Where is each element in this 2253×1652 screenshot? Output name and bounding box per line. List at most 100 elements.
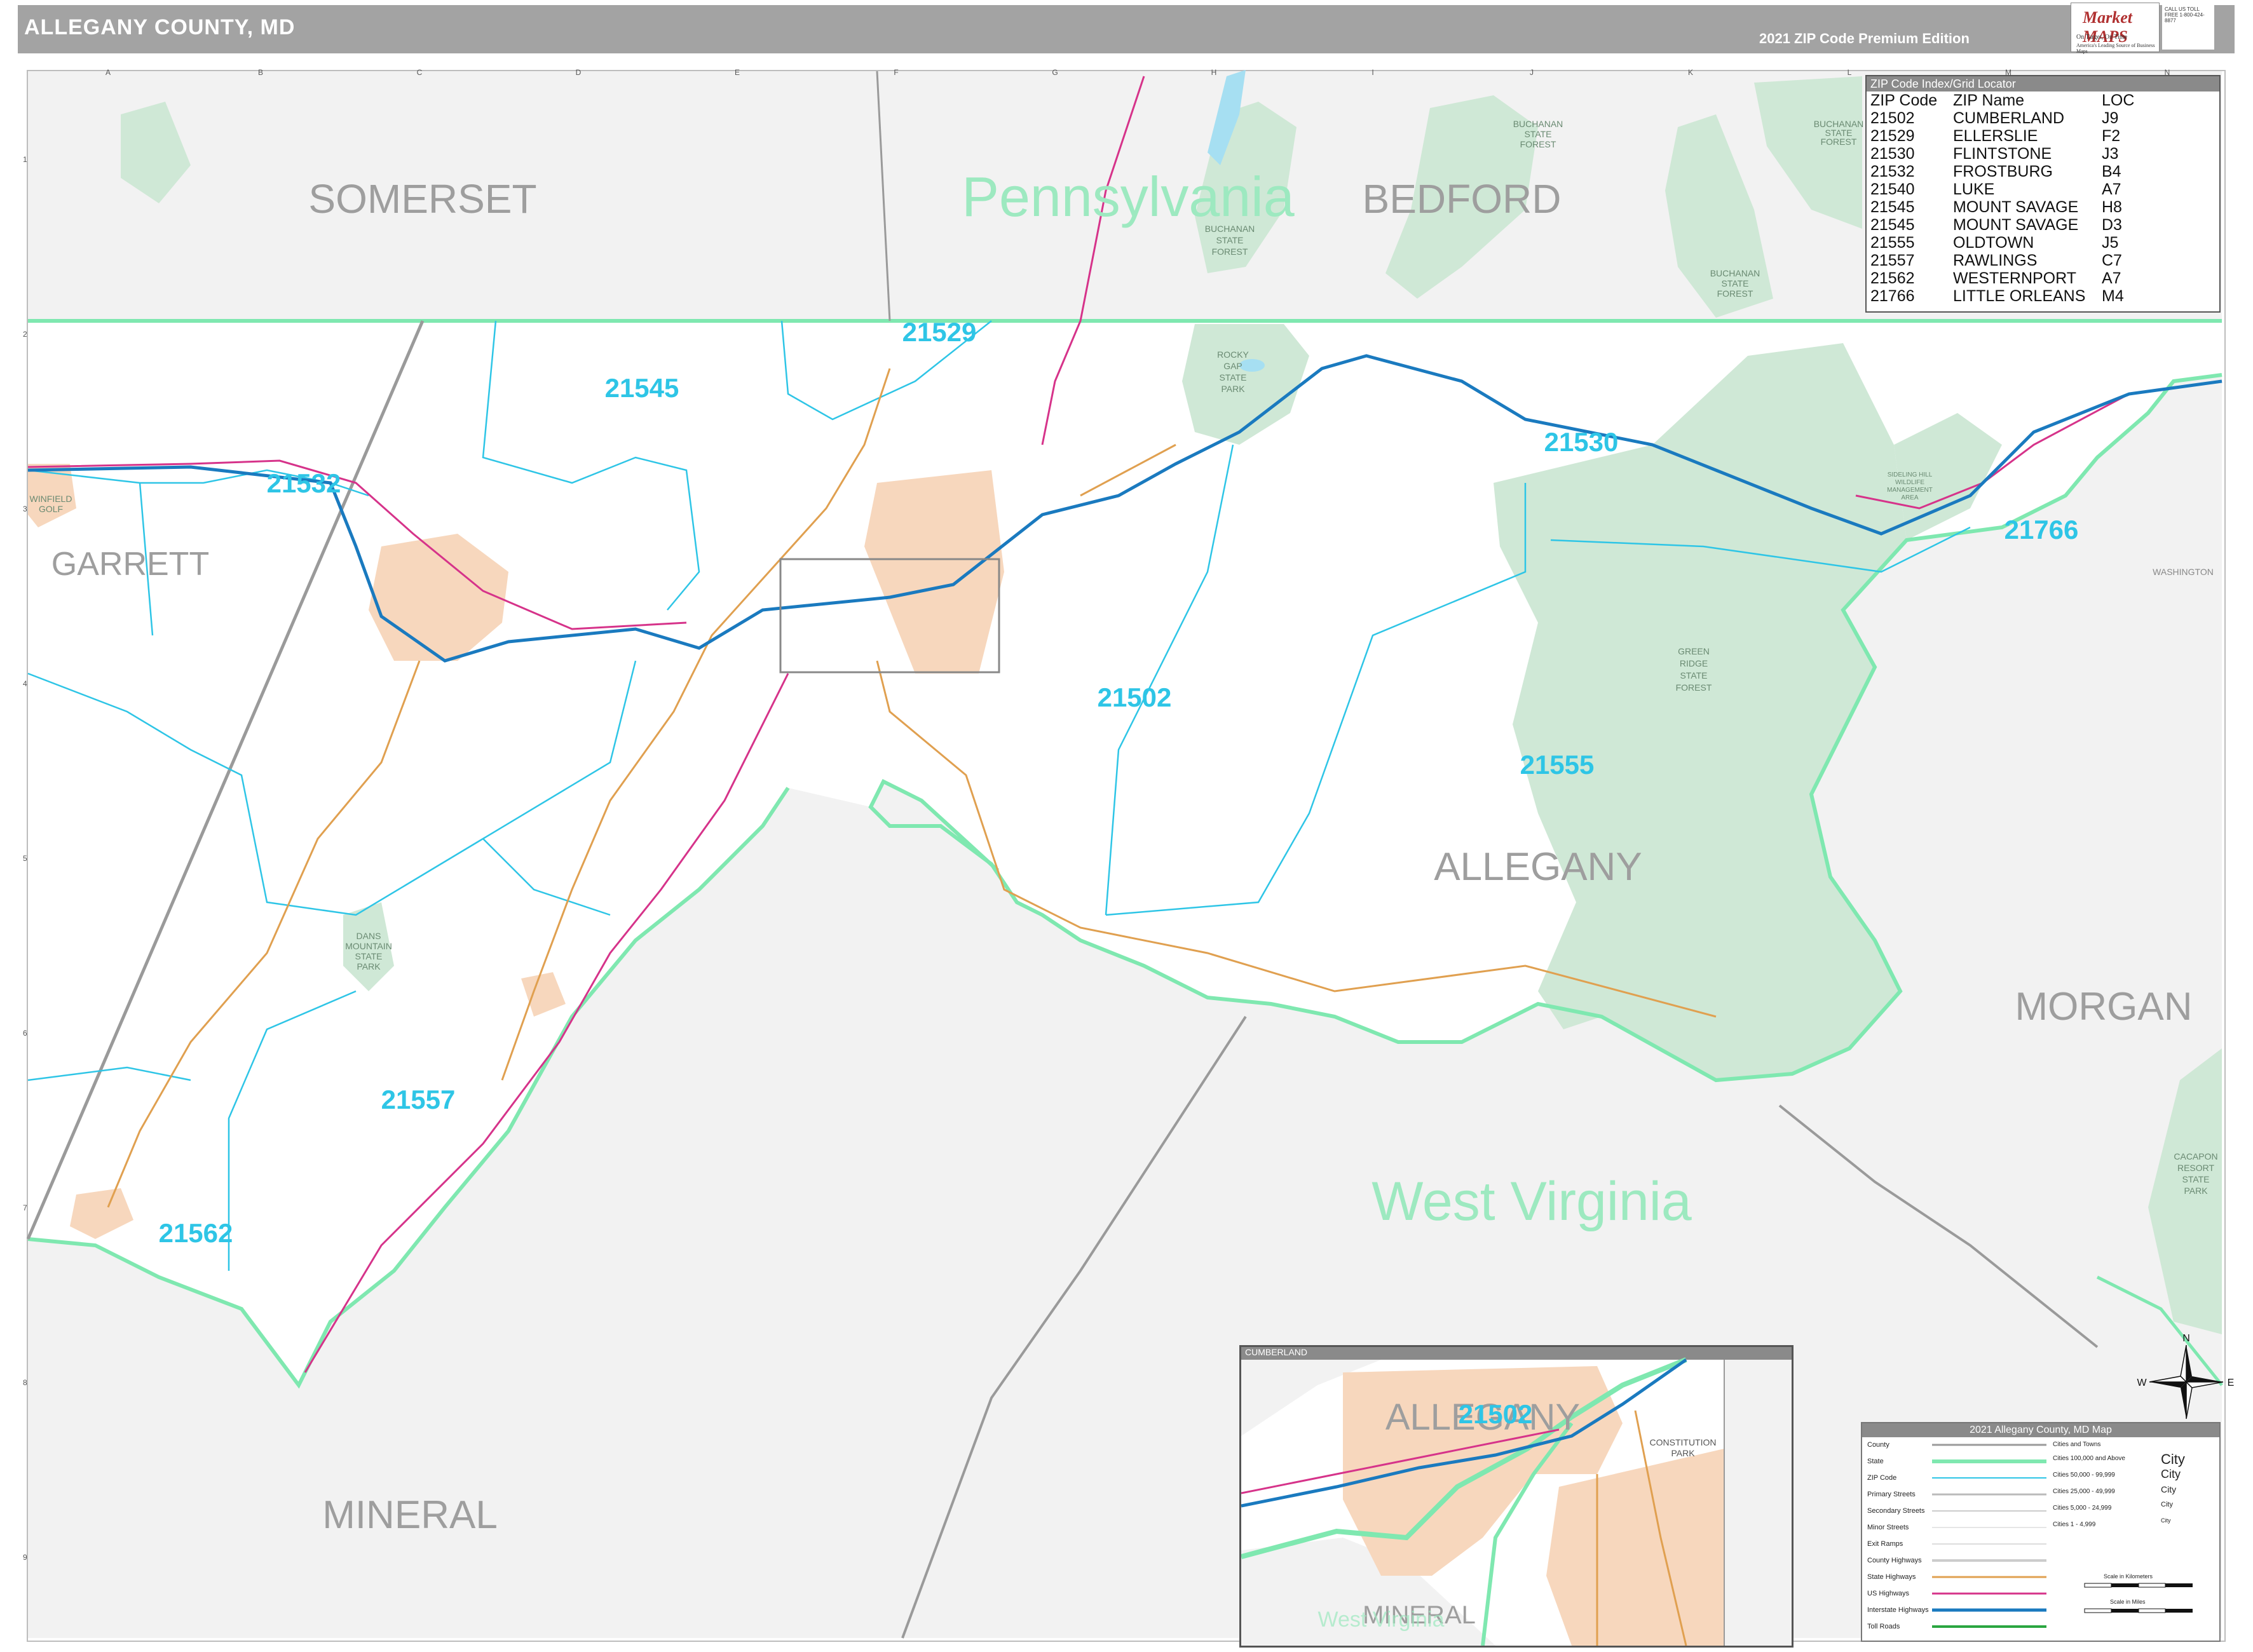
compass-w: W (2137, 1378, 2147, 1388)
mineral-label: MINERAL (322, 1493, 498, 1537)
svg-text:2: 2 (23, 330, 27, 339)
svg-text:9: 9 (23, 1553, 27, 1562)
zip-index-cell: J3 (2102, 145, 2119, 163)
svg-text:PARK: PARK (357, 961, 381, 972)
svg-text:FOREST: FOREST (1676, 682, 1712, 693)
legend-item: County (1867, 1441, 1889, 1449)
legend-item: Minor Streets (1867, 1524, 1909, 1531)
legend-city-sample: City (2161, 1501, 2173, 1508)
washington-label: WASHINGTON (2153, 567, 2214, 577)
legend-item: State (1867, 1458, 1884, 1465)
legend-city-size: Cities 25,000 - 49,999 (2053, 1488, 2115, 1495)
zip-index-cell: FROSTBURG (1953, 163, 2053, 180)
zip-index-row: 21545 MOUNT SAVAGE H8 (1867, 198, 2219, 216)
zip-index-cell: 21532 (1870, 163, 1915, 180)
zip-label-21502: 21502 (1098, 682, 1172, 712)
svg-text:3: 3 (23, 504, 27, 513)
zip-index-cell: 21540 (1870, 180, 1915, 198)
zip-index-cell: 21545 (1870, 216, 1915, 234)
zip-index-cell: OLDTOWN (1953, 234, 2034, 252)
zip-index-row: 21502 CUMBERLAND J9 (1867, 109, 2219, 127)
dans-mountain-label: DANS (357, 931, 381, 941)
svg-text:MANAGEMENT: MANAGEMENT (1887, 487, 1933, 494)
zip-index-row: 21562 WESTERNPORT A7 (1867, 269, 2219, 287)
zip-label-21529: 21529 (902, 317, 977, 347)
inset-constitution-park-label: CONSTITUTION (1650, 1437, 1717, 1447)
buchanan-forest-label-2a: BUCHANAN (1205, 224, 1255, 234)
zip-index-cell: 21557 (1870, 252, 1915, 269)
legend-item: Interstate Highways (1867, 1606, 1929, 1614)
legend-city-sample: City (2161, 1484, 2177, 1494)
zip-label-21555: 21555 (1520, 750, 1595, 780)
svg-text:RIDGE: RIDGE (1680, 658, 1708, 668)
zip-index-cell: MOUNT SAVAGE (1953, 216, 2079, 234)
svg-text:RESORT: RESORT (2177, 1163, 2215, 1173)
map-legend: 2021 Allegany County, MD Map County State… (1861, 1422, 2221, 1642)
svg-text:STATE: STATE (1680, 670, 1707, 680)
inset-map[interactable]: CUMBERLAND ALLEGANY 21502 MINERAL West V… (1239, 1345, 1794, 1648)
winfield-golf-label: WINFIELD (30, 494, 72, 504)
buchanan-forest-label-1a: BUCHANAN (1513, 119, 1563, 129)
legend-item: Secondary Streets (1867, 1507, 1925, 1515)
inset-zip-label: 21502 (1459, 1399, 1533, 1429)
svg-text:C: C (417, 68, 423, 77)
svg-text:6: 6 (23, 1029, 27, 1038)
legend-title: 2021 Allegany County, MD Map (1862, 1423, 2219, 1437)
sideling-hill-label: SIDELING HILL (1888, 471, 1933, 478)
legend-city-size: Cities 5,000 - 24,999 (2053, 1505, 2112, 1512)
legend-item: Exit Ramps (1867, 1540, 1903, 1548)
svg-text:STATE: STATE (355, 951, 382, 961)
svg-text:PARK: PARK (1671, 1448, 1695, 1458)
grid-left: 1 2 3 4 5 6 7 8 9 (23, 155, 27, 1562)
zip-index-cell: H8 (2102, 198, 2122, 216)
svg-text:STATE: STATE (1721, 278, 1748, 288)
legend-item: Toll Roads (1867, 1623, 1900, 1630)
zip-label-21532: 21532 (267, 468, 341, 498)
zip-index-cell: 21530 (1870, 145, 1915, 163)
zip-index-row: 21532 FROSTBURG B4 (1867, 163, 2219, 180)
svg-text:7: 7 (23, 1203, 27, 1212)
zip-index-cell: ELLERSLIE (1953, 127, 2038, 145)
svg-text:K: K (1688, 68, 1693, 77)
zip-index-cell: D3 (2102, 216, 2122, 234)
svg-text:STATE: STATE (2182, 1174, 2209, 1184)
zip-index-cell: 21502 (1870, 109, 1915, 127)
svg-text:G: G (1052, 68, 1058, 77)
inset-canvas: ALLEGANY 21502 MINERAL West Virginia CON… (1241, 1357, 1792, 1646)
zip-label-21766: 21766 (2005, 515, 2079, 545)
zip-index-cell: B4 (2102, 163, 2121, 180)
west-virginia-label: West Virginia (1372, 1171, 1692, 1232)
svg-text:PARK: PARK (1221, 384, 1245, 394)
legend-scale-km: Scale in Kilometers (2104, 1573, 2153, 1580)
zip-index-cell: A7 (2102, 269, 2121, 287)
zip-label-21562: 21562 (159, 1218, 233, 1248)
svg-text:F: F (894, 68, 898, 77)
bedford-label: BEDFORD (1363, 176, 1562, 222)
zip-index-cell: 21766 (1870, 287, 1915, 305)
svg-text:J: J (1530, 68, 1534, 77)
svg-text:FOREST: FOREST (1520, 139, 1556, 149)
zip-index-cell: 21555 (1870, 234, 1915, 252)
zip-index-cell: MOUNT SAVAGE (1953, 198, 2079, 216)
zip-index-cell: LUKE (1953, 180, 1995, 198)
zip-index-row: 21557 RAWLINGS C7 (1867, 252, 2219, 269)
svg-text:D: D (576, 68, 582, 77)
legend-scale-mi: Scale in Miles (2110, 1599, 2146, 1605)
buchanan-forest-label-3a: BUCHANAN (1710, 268, 1760, 278)
zip-index-cell: M4 (2102, 287, 2124, 305)
zip-label-21545: 21545 (605, 373, 679, 403)
zip-index-row: 21766 LITTLE ORLEANS M4 (1867, 287, 2219, 305)
inset-wv-label: West Virginia (1317, 1608, 1444, 1632)
legend-city-header: Cities and Towns (2053, 1441, 2101, 1448)
green-ridge-label: GREEN (1678, 646, 1710, 656)
zip-index-title: ZIP Code Index/Grid Locator (1867, 76, 2219, 91)
compass-e: E (2228, 1378, 2235, 1388)
svg-text:WILDLIFE: WILDLIFE (1895, 479, 1924, 486)
zip-index-header: ZIP Code ZIP Name LOC (1870, 91, 2135, 109)
svg-text:PARK: PARK (2184, 1186, 2208, 1196)
legend-item: Primary Streets (1867, 1491, 1916, 1498)
somerset-label: SOMERSET (308, 176, 536, 222)
compass-n: N (2182, 1333, 2190, 1344)
zip-index-table: ZIP Code Index/Grid Locator ZIP Code ZIP… (1865, 75, 2221, 313)
svg-text:A: A (106, 68, 111, 77)
